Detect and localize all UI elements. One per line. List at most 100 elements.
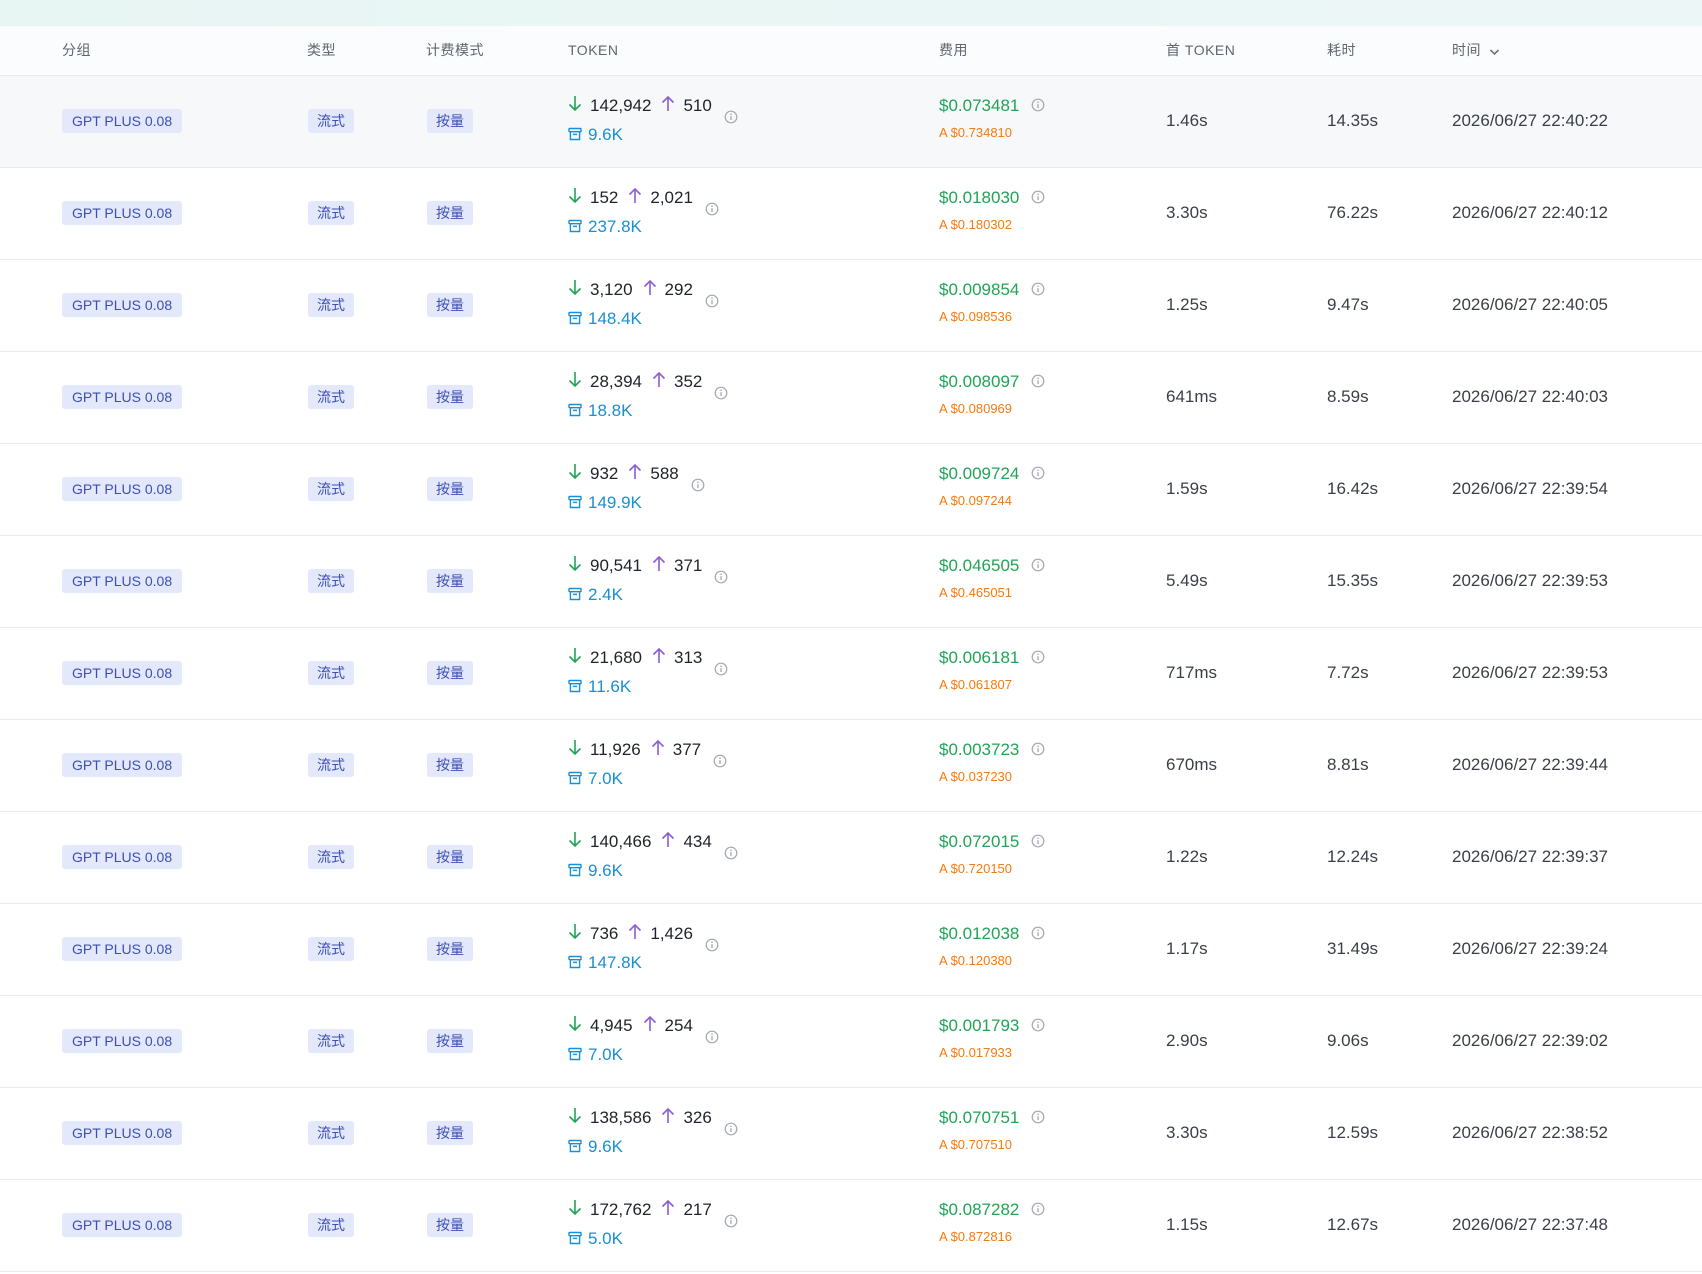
cost-original: A $0.707510 bbox=[939, 1137, 1013, 1152]
billing-tag: 按量 bbox=[427, 201, 473, 225]
arrow-down-icon bbox=[568, 187, 582, 211]
type-tag: 流式 bbox=[308, 477, 354, 501]
info-circle-icon[interactable] bbox=[1031, 279, 1045, 303]
table-row[interactable]: GPT PLUS 0.08 流式 按量 21,680 313 11.6K $0.0… bbox=[0, 628, 1702, 720]
table-row[interactable]: GPT PLUS 0.08 流式 按量 152 2,021 237.8K $0.0… bbox=[0, 168, 1702, 260]
info-circle-icon[interactable] bbox=[714, 383, 728, 407]
cost-amount: $0.001793 bbox=[939, 1016, 1020, 1035]
info-circle-icon[interactable] bbox=[1031, 831, 1045, 855]
cache-box-icon bbox=[568, 952, 582, 976]
type-tag: 流式 bbox=[308, 753, 354, 777]
input-tokens: 140,466 bbox=[590, 832, 652, 851]
arrow-up-icon bbox=[628, 187, 642, 211]
info-circle-icon[interactable] bbox=[714, 659, 728, 683]
arrow-up-icon bbox=[643, 279, 657, 303]
table-row[interactable]: GPT PLUS 0.08 流式 按量 3,120 292 148.4K $0.0… bbox=[0, 260, 1702, 352]
cost-value: $0.003723 bbox=[939, 738, 1045, 762]
output-tokens: 1,426 bbox=[650, 924, 693, 943]
token-cache: 9.6K bbox=[568, 1135, 623, 1159]
cost-amount: $0.008097 bbox=[939, 372, 1020, 391]
table-row[interactable]: GPT PLUS 0.08 流式 按量 138,586 326 9.6K $0.0… bbox=[0, 1088, 1702, 1180]
token-io: 140,466 434 bbox=[568, 830, 738, 859]
request-duration: 76.22s bbox=[1327, 203, 1379, 222]
table-row[interactable]: GPT PLUS 0.08 流式 按量 142,942 510 9.6K $0.0… bbox=[0, 76, 1702, 168]
output-tokens: 352 bbox=[674, 372, 703, 391]
request-duration: 12.24s bbox=[1327, 847, 1379, 866]
billing-tag: 按量 bbox=[427, 477, 473, 501]
output-tokens: 588 bbox=[650, 464, 679, 483]
info-circle-icon[interactable] bbox=[1031, 95, 1045, 119]
token-cache: 18.8K bbox=[568, 399, 632, 423]
info-circle-icon[interactable] bbox=[1031, 371, 1045, 395]
first-token-latency: 3.30s bbox=[1166, 1123, 1208, 1142]
info-circle-icon[interactable] bbox=[1031, 739, 1045, 763]
group-tag: GPT PLUS 0.08 bbox=[62, 845, 183, 869]
billing-tag: 按量 bbox=[427, 753, 473, 777]
table-row[interactable]: GPT PLUS 0.08 流式 按量 140,466 434 9.6K $0.0… bbox=[0, 812, 1702, 904]
usage-log-table: 分组 类型 计费模式 TOKEN 费用 首 TOKEN 耗时 时间 GPT PL… bbox=[0, 26, 1702, 1272]
table-row[interactable]: GPT PLUS 0.08 流式 按量 11,926 377 7.0K $0.00… bbox=[0, 720, 1702, 812]
table-row[interactable]: GPT PLUS 0.08 流式 按量 90,541 371 2.4K $0.04… bbox=[0, 536, 1702, 628]
cost-original: A $0.465051 bbox=[939, 585, 1013, 600]
first-token-latency: 3.30s bbox=[1166, 203, 1208, 222]
info-circle-icon[interactable] bbox=[1031, 463, 1045, 487]
type-tag: 流式 bbox=[308, 569, 354, 593]
cost-amount: $0.006181 bbox=[939, 648, 1020, 667]
cost-amount: $0.087282 bbox=[939, 1200, 1020, 1219]
cache-box-icon bbox=[568, 1228, 582, 1252]
info-circle-icon[interactable] bbox=[1031, 1107, 1045, 1131]
billing-tag: 按量 bbox=[427, 1213, 473, 1237]
info-circle-icon[interactable] bbox=[714, 567, 728, 591]
table-row[interactable]: GPT PLUS 0.08 流式 按量 932 588 149.9K $0.009… bbox=[0, 444, 1702, 536]
chevron-down-icon[interactable] bbox=[1489, 27, 1500, 76]
column-header-time[interactable]: 时间 bbox=[1452, 26, 1500, 75]
cache-box-icon bbox=[568, 492, 582, 516]
info-circle-icon[interactable] bbox=[1031, 555, 1045, 579]
info-circle-icon[interactable] bbox=[1031, 1015, 1045, 1039]
column-header-type: 类型 bbox=[307, 42, 336, 58]
cache-tokens: 9.6K bbox=[588, 1137, 623, 1156]
info-circle-icon[interactable] bbox=[724, 107, 738, 131]
cache-box-icon bbox=[568, 768, 582, 792]
cost-value: $0.018030 bbox=[939, 186, 1045, 210]
info-circle-icon[interactable] bbox=[705, 199, 719, 223]
info-circle-icon[interactable] bbox=[1031, 187, 1045, 211]
info-circle-icon[interactable] bbox=[724, 1119, 738, 1143]
arrow-up-icon bbox=[628, 463, 642, 487]
table-row[interactable]: GPT PLUS 0.08 流式 按量 4,945 254 7.0K $0.001… bbox=[0, 996, 1702, 1088]
info-circle-icon[interactable] bbox=[705, 1027, 719, 1051]
table-row[interactable]: GPT PLUS 0.08 流式 按量 736 1,426 147.8K $0.0… bbox=[0, 904, 1702, 996]
info-circle-icon[interactable] bbox=[713, 751, 727, 775]
info-circle-icon[interactable] bbox=[1031, 923, 1045, 947]
info-circle-icon[interactable] bbox=[705, 291, 719, 315]
arrow-down-icon bbox=[568, 1199, 582, 1223]
cost-original: A $0.080969 bbox=[939, 401, 1013, 416]
cost-original: A $0.098536 bbox=[939, 309, 1013, 324]
info-circle-icon[interactable] bbox=[724, 843, 738, 867]
first-token-latency: 5.49s bbox=[1166, 571, 1208, 590]
cache-tokens: 148.4K bbox=[588, 309, 642, 328]
request-time: 2026/06/27 22:39:37 bbox=[1452, 847, 1608, 866]
info-circle-icon[interactable] bbox=[691, 475, 705, 499]
info-circle-icon[interactable] bbox=[1031, 1199, 1045, 1223]
billing-tag: 按量 bbox=[427, 845, 473, 869]
arrow-down-icon bbox=[568, 555, 582, 579]
info-circle-icon[interactable] bbox=[705, 935, 719, 959]
token-cache: 9.6K bbox=[568, 859, 623, 883]
arrow-up-icon bbox=[661, 831, 675, 855]
cost-value: $0.008097 bbox=[939, 370, 1045, 394]
table-row[interactable]: GPT PLUS 0.08 流式 按量 172,762 217 5.0K $0.0… bbox=[0, 1180, 1702, 1272]
first-token-latency: 1.15s bbox=[1166, 1215, 1208, 1234]
cache-tokens: 9.6K bbox=[588, 861, 623, 880]
arrow-up-icon bbox=[652, 647, 666, 671]
info-circle-icon[interactable] bbox=[724, 1211, 738, 1235]
group-tag: GPT PLUS 0.08 bbox=[62, 569, 183, 593]
output-tokens: 217 bbox=[683, 1200, 712, 1219]
input-tokens: 138,586 bbox=[590, 1108, 652, 1127]
column-header-cost: 费用 bbox=[939, 42, 968, 58]
info-circle-icon[interactable] bbox=[1031, 647, 1045, 671]
table-row[interactable]: GPT PLUS 0.08 流式 按量 28,394 352 18.8K $0.0… bbox=[0, 352, 1702, 444]
type-tag: 流式 bbox=[308, 1121, 354, 1145]
output-tokens: 313 bbox=[674, 648, 703, 667]
type-tag: 流式 bbox=[308, 937, 354, 961]
